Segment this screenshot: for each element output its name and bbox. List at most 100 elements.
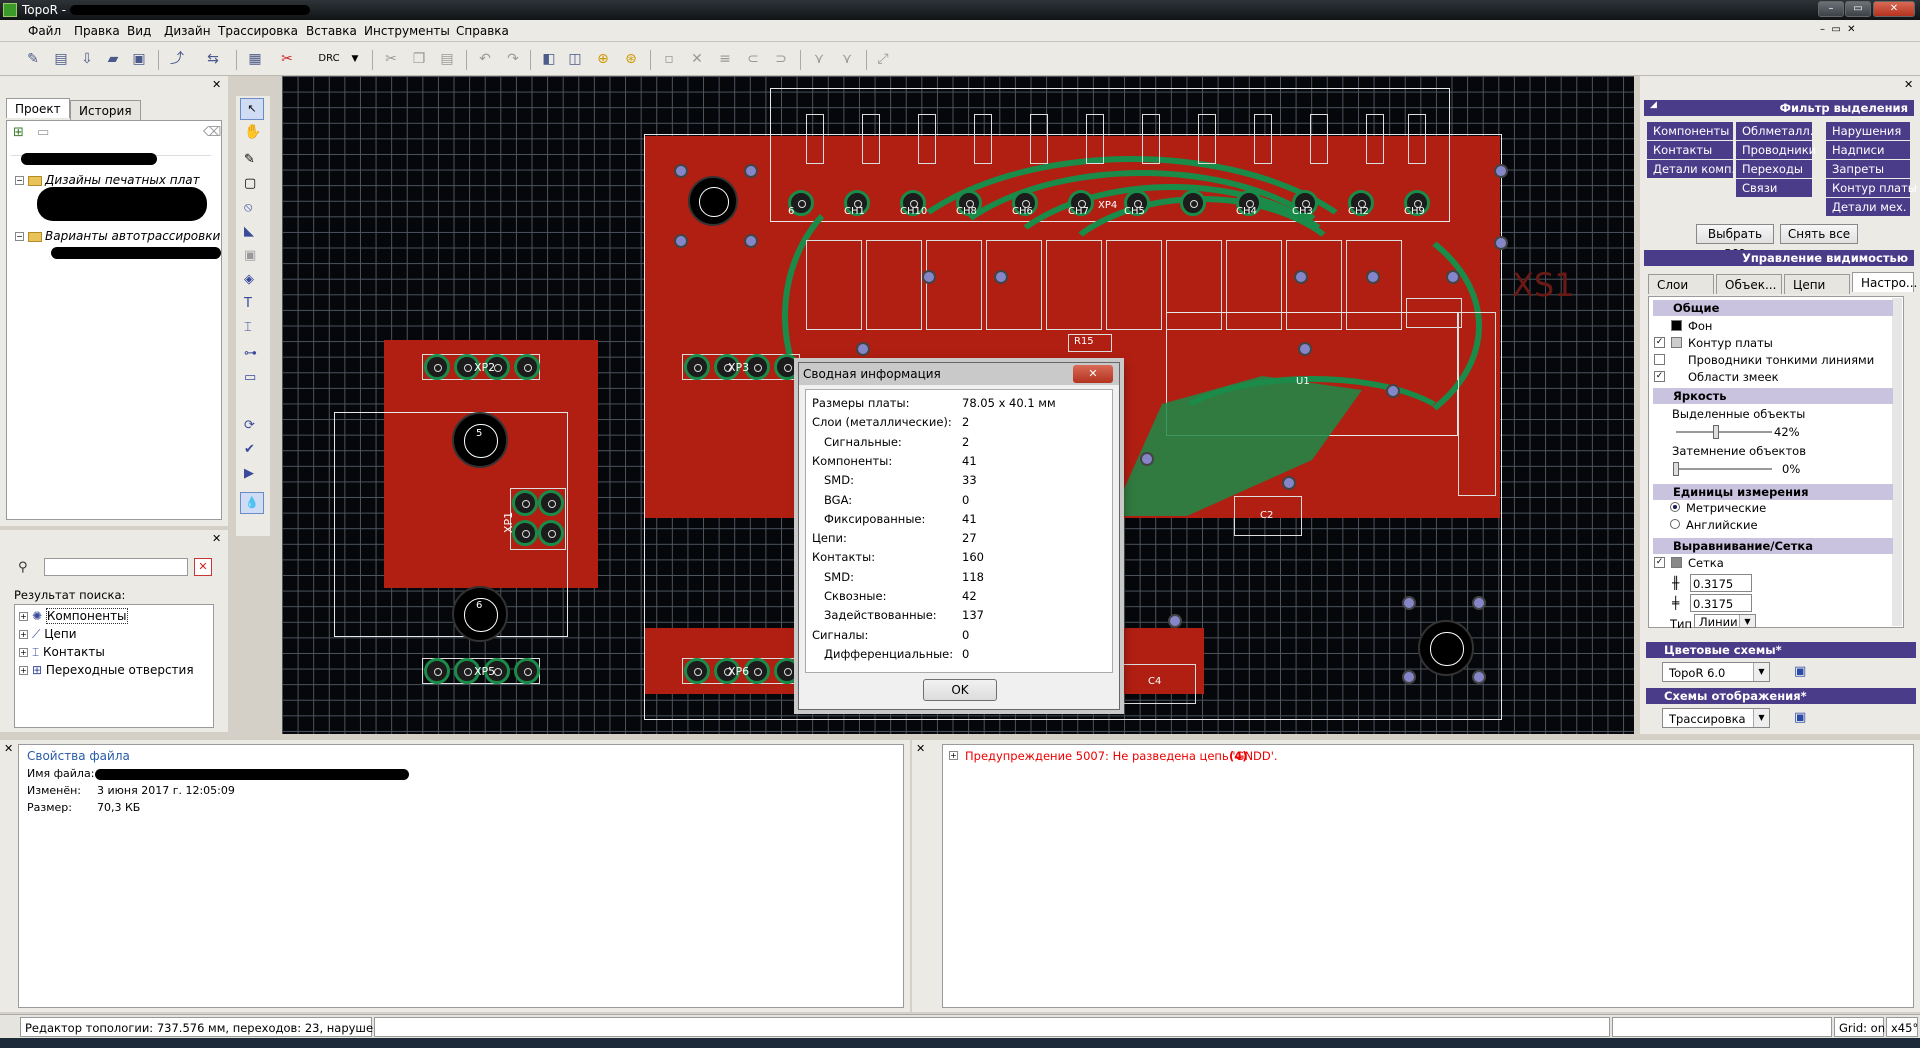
filter-contacts[interactable]: Контакты (1647, 141, 1733, 159)
menu-tools[interactable]: Инструменты (364, 24, 450, 38)
settings-scrollbar[interactable] (1892, 298, 1902, 626)
text-tool-icon[interactable]: T (244, 296, 252, 311)
section-general[interactable]: Общие (1653, 300, 1893, 316)
section-align-grid[interactable]: Выравнивание/Сетка (1653, 538, 1893, 554)
save-display-scheme-icon[interactable]: ▣ (1794, 710, 1806, 725)
filter-wires[interactable]: Проводники (1736, 141, 1816, 159)
probe-icon[interactable]: ⋎ (838, 50, 856, 68)
grid-color-swatch[interactable] (1671, 557, 1682, 568)
component-tool-icon[interactable]: ⌶ (244, 320, 252, 335)
tab-layers[interactable]: Слои (1648, 274, 1714, 294)
color-scheme-select[interactable]: TopoR 6.0 ▼ (1662, 662, 1770, 682)
filter-mech-details[interactable]: Детали мех. (1826, 198, 1910, 216)
new-icon[interactable]: ▤ (52, 50, 70, 68)
section-brightness[interactable]: Яркость (1653, 388, 1893, 404)
delete-icon[interactable]: ✕ (688, 50, 706, 68)
via-tool-icon[interactable]: ◈ (244, 272, 254, 287)
add-item-icon[interactable]: ⊞ (13, 125, 24, 140)
wire-tool-icon[interactable]: ⊶ (244, 346, 257, 361)
menu-view[interactable]: Вид (127, 24, 151, 38)
layers-icon[interactable]: ⇆ (204, 50, 222, 68)
bg-color-swatch[interactable] (1671, 320, 1682, 331)
display-scheme-select[interactable]: Трассировка ▼ (1662, 708, 1770, 728)
board-icon[interactable]: ▦ (246, 50, 264, 68)
expand-icon[interactable]: + (949, 751, 958, 760)
paste-icon[interactable]: ▤ (438, 50, 456, 68)
result-nets[interactable]: + ⟋ Цепи (19, 627, 77, 642)
minimize-button[interactable]: – (1818, 1, 1844, 17)
cut-icon[interactable]: ✂ (382, 50, 400, 68)
drop-tool-icon[interactable]: 💧 (240, 492, 264, 514)
zoom-in-icon[interactable]: ⊕ (594, 50, 612, 68)
menu-help[interactable]: Справка (456, 24, 509, 38)
grid-y-input[interactable]: 0.3175 мм (1690, 594, 1752, 625)
shape-tool-icon[interactable]: ▣ (244, 248, 256, 263)
selected-objects-slider-thumb[interactable] (1713, 425, 1720, 439)
polygon-tool-icon[interactable]: ◣ (244, 224, 254, 239)
filter-copper[interactable]: Облметалл. (1736, 122, 1813, 140)
save-icon[interactable]: ▣ (130, 50, 148, 68)
trash-icon[interactable]: ⌫ (203, 125, 221, 140)
grid-type-select[interactable]: Линии ▼ (1694, 614, 1756, 628)
menu-insert[interactable]: Вставка (306, 24, 357, 38)
search-input[interactable] (44, 558, 188, 576)
clear-search-button[interactable]: ✕ (194, 558, 212, 576)
status-angle[interactable]: x45° (1886, 1017, 1918, 1037)
close-button[interactable]: ✕ (1873, 1, 1915, 17)
tab-objects[interactable]: Объек... (1716, 274, 1782, 294)
file-properties-close-icon[interactable]: ✕ (4, 742, 13, 755)
thin-lines-checkbox[interactable] (1654, 354, 1665, 365)
measure-icon[interactable]: ⋎ (810, 50, 828, 68)
undo-icon[interactable]: ↶ (476, 50, 494, 68)
refresh-tool-icon[interactable]: ⟳ (244, 418, 255, 433)
filter-comp-details[interactable]: Детали комп. (1647, 160, 1735, 178)
menu-file[interactable]: Файл (28, 24, 61, 38)
lock-icon[interactable]: ▫ (660, 50, 678, 68)
group-icon[interactable]: ⊂ (744, 50, 762, 68)
filter-board-outline[interactable]: Контур платы (1826, 179, 1917, 197)
run-tool-icon[interactable]: ▶ (244, 466, 254, 481)
metric-radio[interactable] (1670, 502, 1680, 512)
import-icon[interactable]: ⇩ (78, 50, 96, 68)
result-contacts[interactable]: + ⌶ Контакты (19, 645, 105, 660)
select-tool-icon[interactable]: ↖ (240, 98, 264, 120)
menu-design[interactable]: Дизайн (164, 24, 211, 38)
properties-icon[interactable]: ✎ (24, 50, 42, 68)
mdi-window-buttons[interactable]: – ▭ ✕ (1820, 24, 1856, 35)
grid-x-input[interactable]: 0.3175 мм (1690, 574, 1752, 605)
export-icon[interactable]: ⤴ (168, 50, 186, 68)
tab-history[interactable]: История (70, 100, 141, 120)
section-units[interactable]: Единицы измерения (1653, 484, 1893, 500)
redo-icon[interactable]: ↷ (504, 50, 522, 68)
tab-settings[interactable]: Настро... (1852, 272, 1917, 292)
copy-icon[interactable]: ❐ (410, 50, 428, 68)
dialog-close-button[interactable]: ✕ (1073, 365, 1113, 383)
serpentine-checkbox[interactable]: ✓ (1654, 371, 1665, 382)
open-icon[interactable]: ▰ (104, 50, 122, 68)
result-vias[interactable]: + ⊞ Переходные отверстия (19, 663, 194, 677)
filter-texts[interactable]: Надписи (1826, 141, 1910, 159)
dim-objects-slider-thumb[interactable] (1673, 462, 1679, 476)
fix-icon[interactable]: ⤢ (874, 50, 892, 68)
zoom-fit-icon[interactable]: ◫ (566, 50, 584, 68)
status-grid[interactable]: Grid: on (1834, 1017, 1885, 1037)
filter-keepouts[interactable]: Запреты (1826, 160, 1910, 178)
tree-item-autoroute-variants[interactable]: − Варианты автотрассировки (15, 229, 220, 243)
right-panel-close-icon[interactable]: ✕ (1904, 78, 1913, 91)
filter-links[interactable]: Связи (1736, 179, 1812, 197)
rect-tool-icon[interactable]: ▢ (244, 176, 256, 191)
menu-routing[interactable]: Трассировка (218, 24, 298, 38)
deselect-all-button[interactable]: Снять все (1780, 224, 1858, 244)
save-color-scheme-icon[interactable]: ▣ (1794, 664, 1806, 679)
ungroup-icon[interactable]: ⊃ (772, 50, 790, 68)
search-panel-close-icon[interactable]: ✕ (212, 532, 221, 545)
tab-project[interactable]: Проект (6, 98, 70, 118)
tree-item-pcb-designs[interactable]: − Дизайны печатных плат (15, 173, 200, 187)
filter-components[interactable]: Компоненты (1647, 122, 1733, 140)
keepout-tool-icon[interactable]: ⦸ (244, 200, 252, 215)
result-components[interactable]: + ✺ Компоненты (19, 608, 128, 624)
outline-checkbox[interactable]: ✓ (1654, 337, 1665, 348)
drc-button[interactable]: DRC (314, 50, 344, 68)
select-all-button[interactable]: Выбрать все (1696, 224, 1774, 259)
messages-close-icon[interactable]: ✕ (916, 742, 925, 755)
